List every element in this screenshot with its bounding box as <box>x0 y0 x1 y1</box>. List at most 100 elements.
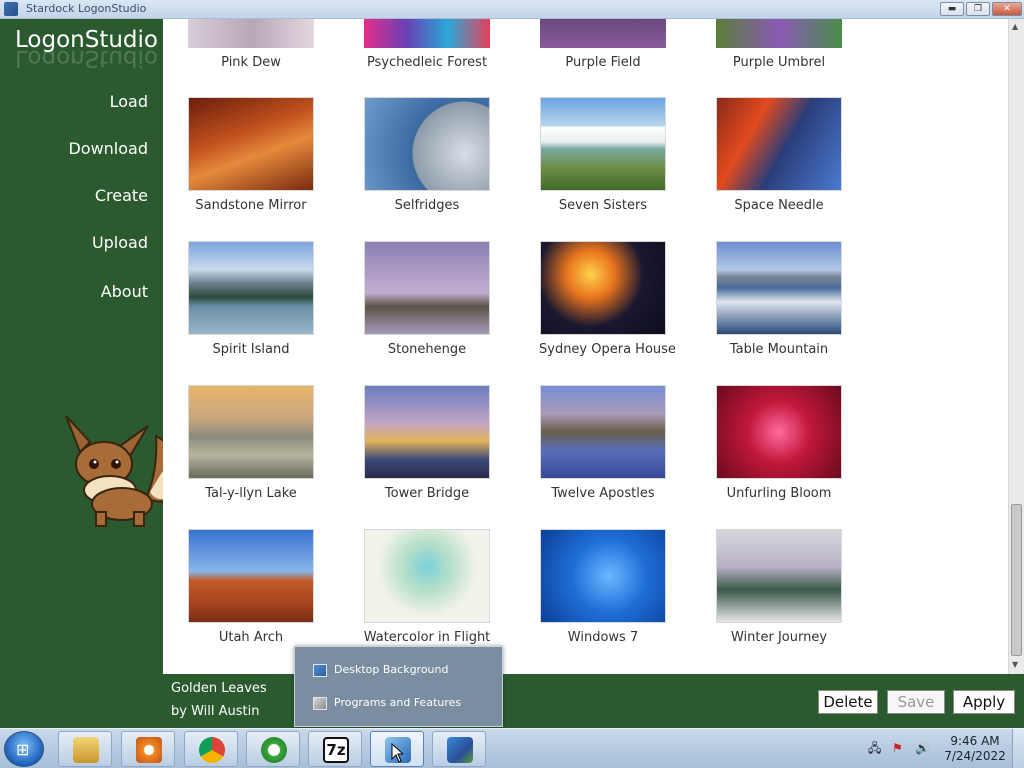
theme-tile[interactable]: Psychedleic Forest <box>363 19 491 70</box>
theme-label: Windows 7 <box>567 630 639 645</box>
clock-time: 9:46 AM <box>950 734 1000 748</box>
theme-thumbnail <box>716 97 842 191</box>
jumplist-item-label: Desktop Background <box>334 663 449 676</box>
bottom-bar: Golden Leaves by Will Austin Delete Save… <box>163 674 1024 728</box>
theme-label: Table Mountain <box>729 342 829 357</box>
selected-theme-author: by Will Austin <box>171 704 260 719</box>
theme-label: Twelve Apostles <box>551 486 655 501</box>
taskbar-explorer[interactable] <box>58 731 112 767</box>
scroll-up-arrow-icon[interactable]: ▲ <box>1012 22 1018 31</box>
theme-label: Tal-y-llyn Lake <box>205 486 297 501</box>
network-icon[interactable]: 🖧 <box>868 741 882 755</box>
scrollbar-thumb[interactable] <box>1011 504 1022 656</box>
theme-tile[interactable]: Sydney Opera House <box>539 241 676 357</box>
sidebar: LogonStudio LogonStudio Load Download Cr… <box>0 19 163 728</box>
vertical-scrollbar[interactable]: ▲ ▼ <box>1008 19 1024 674</box>
show-desktop-button[interactable] <box>1012 729 1024 768</box>
theme-label: Purple Field <box>565 55 641 70</box>
theme-tile[interactable]: Purple Umbrel <box>715 19 843 70</box>
theme-tile[interactable]: Table Mountain <box>715 241 843 357</box>
jumplist-item-desktop-background[interactable]: Desktop Background <box>313 663 449 677</box>
nav-about[interactable]: About <box>101 282 148 301</box>
ccleaner-icon <box>261 737 287 763</box>
nav-create[interactable]: Create <box>95 186 148 205</box>
theme-tile[interactable]: Unfurling Bloom <box>715 385 843 501</box>
logonstudio-icon <box>447 737 473 763</box>
nav-download[interactable]: Download <box>68 139 148 158</box>
theme-thumbnail <box>364 241 490 335</box>
desktop-background-icon <box>313 663 327 677</box>
close-button[interactable]: ✕ <box>992 2 1022 16</box>
theme-thumbnail <box>540 97 666 191</box>
7zip-icon: 7z <box>323 737 349 763</box>
maximize-button[interactable]: ❐ <box>966 2 990 16</box>
theme-tile[interactable]: Seven Sisters <box>539 97 667 213</box>
delete-button[interactable]: Delete <box>818 690 878 714</box>
window-title: Stardock LogonStudio <box>26 2 147 15</box>
theme-tile[interactable]: Tal-y-llyn Lake <box>187 385 315 501</box>
theme-thumbnail <box>188 241 314 335</box>
theme-label: Space Needle <box>734 198 824 213</box>
mouse-cursor-icon <box>391 743 403 763</box>
start-button[interactable]: ⊞ <box>4 731 44 767</box>
theme-tile[interactable]: Stonehenge <box>363 241 491 357</box>
theme-thumbnail <box>540 19 666 48</box>
taskbar: ⊞ 7z 🖧 ⚑ 🔊 9:46 AM 7/24/2022 <box>0 728 1024 768</box>
theme-tile[interactable]: Spirit Island <box>187 241 315 357</box>
taskbar-jump-list: Desktop Background Programs and Features <box>294 646 503 727</box>
theme-thumbnail <box>540 241 666 335</box>
jumplist-item-programs-features[interactable]: Programs and Features <box>313 696 461 710</box>
minimize-button[interactable]: ▬ <box>940 2 964 16</box>
theme-label: Unfurling Bloom <box>726 486 832 501</box>
theme-gallery: Pink Dew Psychedleic Forest Purple Field… <box>163 19 1008 674</box>
theme-tile[interactable]: Watercolor in Flight <box>363 529 491 645</box>
theme-tile[interactable]: Winter Journey <box>715 529 843 645</box>
theme-thumbnail <box>716 529 842 623</box>
theme-thumbnail <box>364 97 490 191</box>
app-title-reflection: LogonStudio <box>15 49 158 71</box>
theme-tile[interactable]: Pink Dew <box>187 19 315 70</box>
theme-label: Winter Journey <box>730 630 828 645</box>
theme-label: Psychedleic Forest <box>366 55 488 70</box>
theme-tile[interactable]: Selfridges <box>363 97 491 213</box>
theme-thumbnail <box>540 385 666 479</box>
media-player-icon <box>136 737 162 763</box>
scroll-down-arrow-icon[interactable]: ▼ <box>1012 660 1018 669</box>
theme-tile[interactable]: Windows 7 <box>539 529 667 645</box>
theme-label: Watercolor in Flight <box>363 630 491 645</box>
theme-thumbnail <box>188 385 314 479</box>
theme-tile[interactable]: Utah Arch <box>187 529 315 645</box>
theme-tile[interactable]: Purple Field <box>539 19 667 70</box>
taskbar-ccleaner[interactable] <box>246 731 300 767</box>
clock-date: 7/24/2022 <box>944 749 1006 763</box>
selected-theme-name: Golden Leaves <box>171 681 267 696</box>
theme-label: Selfridges <box>394 198 460 213</box>
app-icon <box>4 2 18 16</box>
volume-icon[interactable]: 🔊 <box>915 741 930 755</box>
taskbar-logonstudio[interactable] <box>432 731 486 767</box>
theme-thumbnail <box>716 19 842 48</box>
folder-icon <box>73 737 99 763</box>
theme-tile[interactable]: Tower Bridge <box>363 385 491 501</box>
theme-thumbnail <box>716 385 842 479</box>
save-button[interactable]: Save <box>887 690 945 714</box>
chrome-icon <box>199 737 225 763</box>
theme-tile[interactable]: Sandstone Mirror <box>187 97 315 213</box>
taskbar-chrome[interactable] <box>184 731 238 767</box>
theme-tile[interactable]: Twelve Apostles <box>539 385 667 501</box>
theme-tile[interactable]: Space Needle <box>715 97 843 213</box>
taskbar-media-player[interactable] <box>121 731 175 767</box>
theme-label: Sandstone Mirror <box>195 198 307 213</box>
nav-load[interactable]: Load <box>110 92 148 111</box>
apply-button[interactable]: Apply <box>953 690 1015 714</box>
theme-label: Seven Sisters <box>558 198 648 213</box>
theme-thumbnail <box>716 241 842 335</box>
action-center-icon[interactable]: ⚑ <box>892 741 906 755</box>
nav-upload[interactable]: Upload <box>92 233 148 252</box>
theme-thumbnail <box>364 19 490 48</box>
theme-thumbnail <box>540 529 666 623</box>
theme-thumbnail <box>188 19 314 48</box>
taskbar-7zip[interactable]: 7z <box>308 731 362 767</box>
clock[interactable]: 9:46 AM 7/24/2022 <box>940 734 1010 764</box>
windows-logo-icon: ⊞ <box>16 740 30 759</box>
